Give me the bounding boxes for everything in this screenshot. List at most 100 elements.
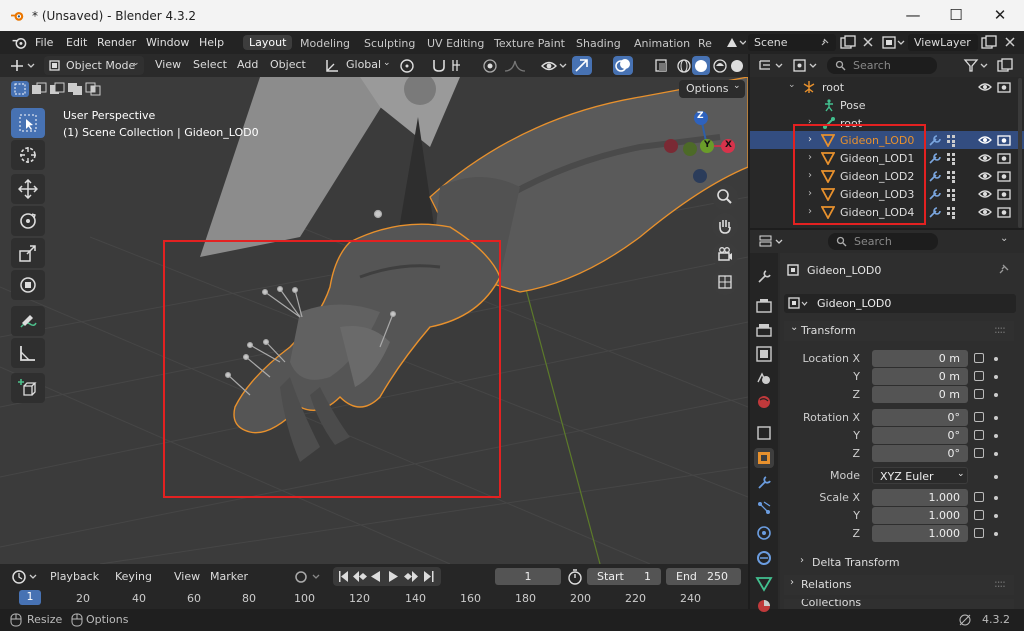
modifier-tab-icon[interactable] (754, 473, 774, 493)
auto-keying-icon[interactable] (293, 568, 323, 585)
vertex-groups-icon[interactable] (946, 188, 959, 201)
start-frame-field[interactable]: Start 1 (587, 568, 661, 585)
vertex-groups-icon[interactable] (946, 206, 959, 219)
eye-icon[interactable] (978, 152, 992, 164)
relations-panel-header[interactable]: › Relations :::: (784, 575, 1014, 595)
tool-transform[interactable] (11, 270, 45, 300)
jump-end-icon[interactable] (424, 571, 434, 582)
tool-select-box[interactable] (11, 108, 45, 138)
eye-icon[interactable] (978, 188, 992, 200)
solid-shading-button[interactable] (692, 56, 710, 75)
material-preview-icon[interactable] (713, 58, 727, 73)
vertex-groups-icon[interactable] (946, 152, 959, 165)
timeline-menu-keying[interactable]: Keying (115, 570, 152, 583)
wireframe-shading-icon[interactable] (677, 58, 691, 73)
location-z-field[interactable]: 0 m (872, 386, 968, 403)
stopwatch-icon[interactable] (566, 568, 584, 585)
tab-sculpting[interactable]: Sculpting (364, 37, 415, 50)
render-camera-icon[interactable] (997, 206, 1011, 218)
animate-dot-icon[interactable] (994, 496, 998, 500)
lock-icon[interactable] (974, 353, 984, 363)
scene-selector[interactable]: Scene (748, 34, 836, 51)
scale-x-field[interactable]: 1.000 (872, 489, 968, 506)
object-tab[interactable] (754, 448, 774, 468)
outliner-scrollbar[interactable] (1018, 78, 1022, 228)
outliner-editor-type-icon[interactable] (758, 58, 786, 73)
particles-tab-icon[interactable] (754, 498, 774, 518)
previous-keyframe-icon[interactable] (353, 571, 367, 582)
display-mode-icon[interactable] (792, 58, 820, 73)
animate-dot-icon[interactable] (994, 434, 998, 438)
zoom-view-button[interactable] (712, 184, 738, 210)
blender-menu-icon[interactable] (12, 36, 28, 49)
rotation-mode-dropdown[interactable]: XYZ Euler ⌄ (872, 467, 968, 484)
pivot-point-icon[interactable] (398, 57, 428, 74)
eye-icon[interactable] (978, 206, 992, 218)
location-y-field[interactable]: 0 m (872, 368, 968, 385)
drag-handle-icon[interactable]: :::: (994, 323, 1006, 336)
object-data-tab-icon[interactable] (754, 573, 774, 593)
collections-panel-header[interactable]: Collections (784, 599, 1014, 609)
maximize-button[interactable]: ☐ (946, 6, 966, 26)
lock-icon[interactable] (974, 412, 984, 422)
outliner-row-root-armature[interactable]: ⌄ root (750, 78, 1024, 96)
tool-move[interactable] (11, 174, 45, 204)
render-camera-icon[interactable] (997, 170, 1011, 182)
tab-shading[interactable]: Shading (576, 37, 621, 50)
menu-window[interactable]: Window (146, 36, 189, 49)
modifier-wrench-icon[interactable] (928, 170, 942, 183)
pan-view-button[interactable] (712, 213, 738, 239)
lock-icon[interactable] (974, 430, 984, 440)
close-button[interactable]: ✕ (990, 6, 1010, 26)
tool-add-cube[interactable] (11, 373, 45, 403)
tab-uv-editing[interactable]: UV Editing (427, 37, 484, 50)
animate-dot-icon[interactable] (994, 452, 998, 456)
visibility-toggle-icon[interactable] (540, 57, 568, 74)
scale-z-field[interactable]: 1.000 (872, 525, 968, 542)
tool-measure[interactable] (11, 338, 45, 368)
vertex-groups-icon[interactable] (946, 134, 959, 147)
tool-cursor[interactable] (11, 140, 45, 170)
delete-view-layer-icon[interactable] (1004, 36, 1016, 48)
gizmo-y-label[interactable]: Y (704, 140, 711, 150)
pin-icon[interactable] (820, 37, 830, 47)
lock-icon[interactable] (974, 371, 984, 381)
menu-help[interactable]: Help (199, 36, 224, 49)
render-tab-icon[interactable] (754, 296, 774, 316)
tool-rotate[interactable] (11, 206, 45, 236)
select-invert-icon[interactable] (66, 81, 84, 97)
animate-dot-icon[interactable] (994, 416, 998, 420)
pin-icon[interactable] (998, 263, 1010, 275)
delta-transform-subpanel[interactable]: › Delta Transform (794, 553, 1014, 571)
view-layer-selector[interactable]: ViewLayer (908, 34, 978, 51)
transform-orientation-icon[interactable] (324, 58, 340, 73)
gizmo-x-label[interactable]: X (725, 140, 732, 150)
properties-editor-type-icon[interactable] (758, 234, 786, 249)
menu-file[interactable]: File (35, 36, 53, 49)
tab-animation[interactable]: Animation (634, 37, 690, 50)
properties-search-input[interactable]: Search (828, 233, 938, 250)
select-intersect-icon[interactable] (84, 81, 102, 97)
modifier-wrench-icon[interactable] (928, 206, 942, 219)
scene-type-icon[interactable] (724, 35, 746, 50)
rotation-z-field[interactable]: 0° (872, 445, 968, 462)
render-camera-icon[interactable] (997, 81, 1011, 93)
play-icon[interactable] (389, 571, 398, 582)
select-new-button[interactable] (11, 81, 29, 97)
transform-panel-header[interactable]: ⌄ Transform :::: (784, 321, 1014, 341)
xray-icon[interactable] (654, 58, 668, 73)
object-datablock-field[interactable]: Gideon_LOD0 (784, 294, 1016, 313)
object-mode-dropdown[interactable]: Object Mode ⌄ (44, 56, 144, 75)
collection-tab-icon[interactable] (754, 423, 774, 443)
falloff-icon[interactable] (503, 57, 527, 74)
eye-icon[interactable] (978, 170, 992, 182)
new-view-layer-icon[interactable] (981, 35, 997, 50)
output-tab-icon[interactable] (754, 320, 774, 340)
tab-modeling[interactable]: Modeling (300, 37, 350, 50)
menu-add[interactable]: Add (237, 58, 258, 71)
current-frame-field[interactable]: 1 (495, 568, 561, 585)
view-layer-icon[interactable] (882, 35, 906, 50)
playhead-frame[interactable]: 1 (19, 590, 41, 605)
next-keyframe-icon[interactable] (404, 571, 418, 582)
snap-icon[interactable] (430, 57, 448, 74)
